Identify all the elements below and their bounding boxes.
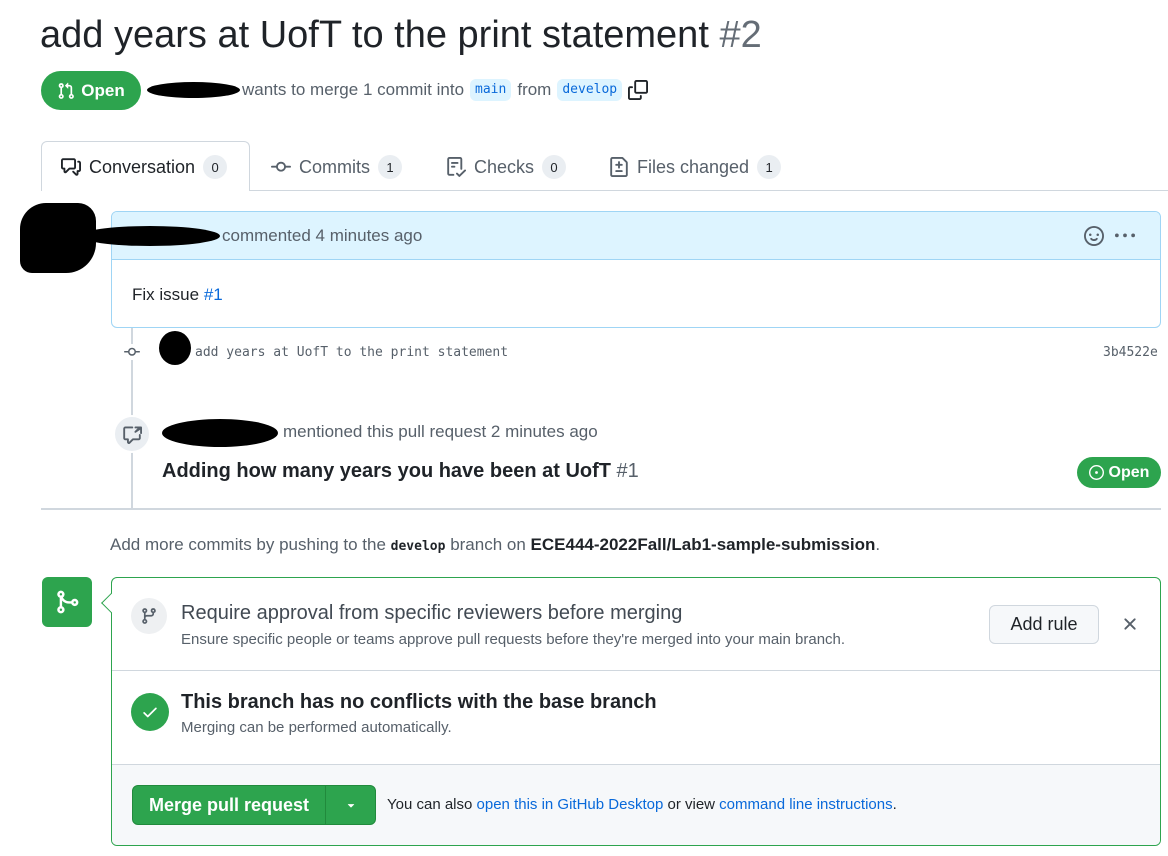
referenced-issue-state: Open: [1077, 457, 1161, 488]
merge-box: Require approval from specific reviewers…: [111, 577, 1161, 846]
github-desktop-link[interactable]: open this in GitHub Desktop: [477, 796, 664, 813]
redacted-commit-avatar: [159, 331, 191, 365]
push-hint-middle: branch on: [450, 535, 526, 554]
tab-checks[interactable]: Checks 0: [446, 155, 567, 179]
cross-reference-icon: [123, 426, 142, 444]
redacted-commenter: [80, 226, 220, 246]
merge-status-icon-box: [42, 577, 92, 627]
add-rule-button[interactable]: Add rule: [989, 605, 1099, 644]
tab-conversation-label: Conversation: [89, 156, 196, 177]
cross-reference-node: [113, 415, 151, 453]
git-pull-request-icon: [58, 82, 75, 99]
branch-rule-suggestion: Require approval from specific reviewers…: [112, 578, 1160, 671]
tab-commits-count: 1: [378, 155, 402, 179]
copy-icon[interactable]: [628, 80, 649, 100]
smiley-icon[interactable]: [1084, 226, 1104, 246]
branch-icon-circle: [131, 598, 167, 634]
conflict-check: This branch has no conflicts with the ba…: [112, 671, 1160, 765]
conflicts-title: This branch has no conflicts with the ba…: [181, 691, 657, 713]
merge-alt-middle: or view: [667, 796, 715, 813]
push-hint-prefix: Add more commits by pushing to the: [110, 535, 386, 554]
tab-conversation-count: 0: [203, 155, 228, 179]
file-diff-icon: [610, 157, 628, 177]
pr-comment: commented 4 minutes ago Fix issue #1: [111, 211, 1161, 328]
push-hint: Add more commits by pushing to the devel…: [110, 535, 880, 555]
commit-message[interactable]: add years at UofT to the print statement: [195, 345, 508, 360]
redacted-author: [147, 82, 240, 98]
referenced-issue[interactable]: Adding how many years you have been at U…: [162, 460, 639, 483]
check-circle: [131, 693, 169, 731]
pr-state-label: Open: [81, 80, 125, 100]
referenced-issue-title[interactable]: Adding how many years you have been at U…: [162, 460, 611, 482]
merge-alternatives: You can also open this in GitHub Desktop…: [387, 796, 897, 813]
timeline-divider: [41, 508, 1161, 510]
pr-title-text: add years at UofT to the print statement: [40, 14, 709, 56]
repo-link[interactable]: ECE444-2022Fall/Lab1-sample-submission: [531, 535, 876, 554]
pr-title: add years at UofT to the print statement…: [40, 14, 762, 57]
git-branch-icon: [142, 608, 156, 624]
merge-alt-prefix: You can also: [387, 796, 473, 813]
head-branch-tag[interactable]: develop: [557, 79, 623, 101]
redacted-mention-user: [162, 419, 278, 447]
pr-state-badge: Open: [41, 71, 141, 110]
tab-checks-count: 0: [542, 155, 567, 179]
tab-conversation[interactable]: Conversation 0: [61, 155, 228, 179]
rule-subtitle: Ensure specific people or teams approve …: [181, 631, 846, 648]
issue-link[interactable]: #1: [204, 285, 223, 304]
comment-discussion-icon: [61, 158, 81, 176]
merge-button-group: Merge pull request: [132, 785, 376, 825]
git-commit-icon: [124, 347, 140, 356]
conflicts-subtitle: Merging can be performed automatically.: [181, 719, 452, 736]
push-hint-branch: develop: [390, 539, 446, 554]
mention-text: mentioned this pull request 2 minutes ag…: [283, 422, 598, 441]
merge-alt-suffix: .: [892, 796, 897, 813]
pr-merge-summary: wants to merge 1 commit into main from d…: [242, 79, 649, 101]
merge-method-dropdown[interactable]: [326, 786, 375, 824]
comment-header: commented 4 minutes ago: [112, 212, 1160, 260]
tab-commits-label: Commits: [299, 156, 370, 177]
tab-commits[interactable]: Commits 1: [271, 155, 402, 179]
commit-node: [121, 344, 143, 360]
referenced-issue-state-label: Open: [1108, 463, 1150, 481]
comment-meta[interactable]: commented 4 minutes ago: [222, 226, 422, 246]
base-branch-tag[interactable]: main: [470, 79, 512, 101]
rule-title: Require approval from specific reviewers…: [181, 602, 683, 624]
tab-checks-label: Checks: [474, 156, 535, 177]
comment-body-text: Fix issue: [132, 285, 200, 304]
from-text: from: [517, 80, 552, 99]
merge-summary-text: wants to merge 1 commit into: [242, 80, 465, 99]
git-merge-icon: [57, 590, 79, 614]
tab-files-changed-count: 1: [757, 155, 782, 179]
push-hint-suffix: .: [875, 535, 881, 554]
checklist-icon: [447, 157, 466, 177]
merge-pull-request-button[interactable]: Merge pull request: [133, 786, 326, 824]
comment-body: Fix issue #1: [112, 260, 1160, 327]
tab-files-changed[interactable]: Files changed 1: [609, 155, 782, 179]
merge-actions: Merge pull request You can also open thi…: [112, 765, 1160, 845]
pr-number: #2: [719, 14, 762, 56]
kebab-horizontal-icon[interactable]: [1114, 226, 1136, 246]
referenced-issue-number[interactable]: #1: [617, 460, 639, 482]
issue-opened-icon: [1088, 465, 1104, 480]
git-commit-icon: [271, 161, 291, 172]
commit-sha[interactable]: 3b4522e: [1103, 345, 1158, 360]
command-line-link[interactable]: command line instructions: [719, 796, 892, 813]
close-icon[interactable]: [1120, 614, 1140, 634]
triangle-down-icon: [347, 804, 354, 808]
check-icon: [143, 707, 157, 718]
tab-files-changed-label: Files changed: [637, 156, 750, 177]
